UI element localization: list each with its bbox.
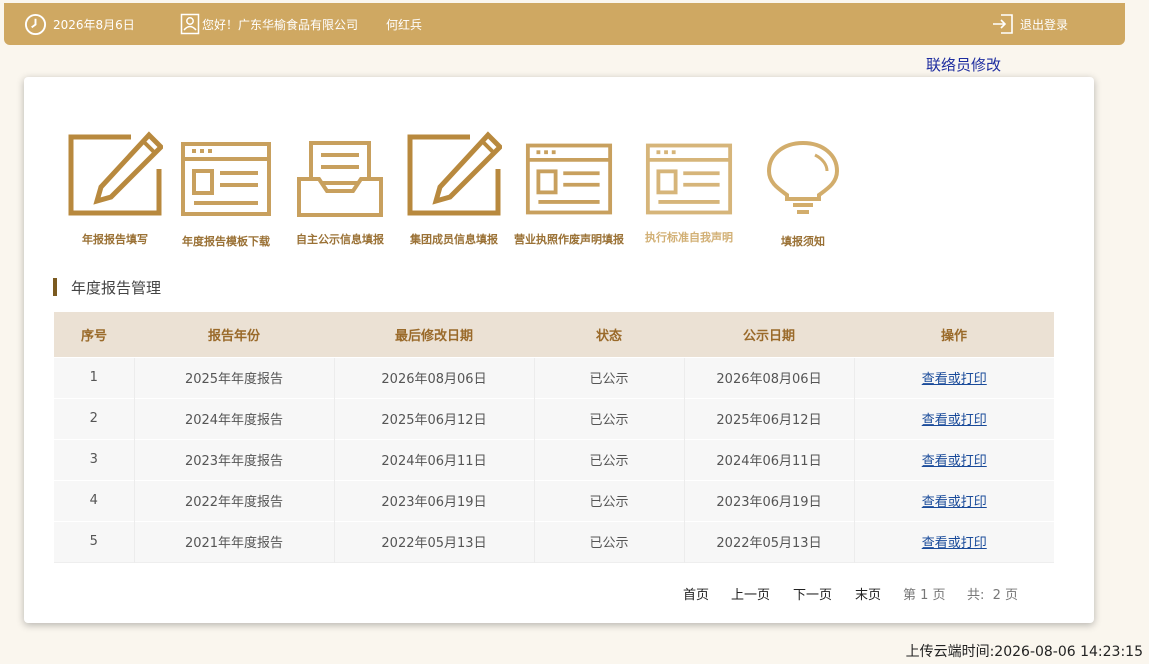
first-page-button[interactable]: 首页 (683, 584, 709, 603)
prev-page-button[interactable]: 上一页 (731, 584, 770, 603)
column-header: 报告年份 (134, 312, 334, 357)
cell-modified-date: 2025年06月12日 (333, 397, 534, 439)
logout-icon (993, 14, 1013, 34)
next-page-button[interactable]: 下一页 (793, 584, 832, 603)
cell-publicity-date: 2023年06月19日 (683, 479, 854, 521)
user-name-text: 何红兵 (386, 17, 423, 32)
cell-publicity-date: 2026年08月06日 (683, 356, 854, 398)
cell-modified-date: 2022年05月13日 (333, 520, 534, 562)
greeting-area: 您好！广东华榆食品有限公司 (180, 3, 358, 45)
annual-report-fill-button[interactable]: 年报报告填写 (57, 125, 173, 255)
upload-time: 上传云端时间:2026-08-06 14:23:15 (905, 644, 1143, 660)
last-page-button[interactable]: 末页 (855, 584, 881, 603)
form-document-icon (525, 143, 613, 215)
pencil-frame-icon (68, 131, 163, 216)
cell-report-year: 2023年年度报告 (133, 438, 334, 480)
cell-status: 已公示 (533, 397, 684, 439)
table-header-row: 序号 报告年份 最后修改日期 状态 公示日期 操作 (54, 312, 1054, 357)
greeting-text: 您好！广东华榆食品有限公司 (202, 17, 359, 32)
cell-report-year: 2021年年度报告 (133, 520, 334, 562)
section-title-text: 年度报告管理 (71, 278, 162, 297)
cell-index: 1 (54, 356, 134, 398)
cell-action: 查看或打印 (853, 520, 1054, 562)
lightbulb-icon (766, 140, 840, 214)
cell-index: 3 (54, 438, 134, 480)
icon-label: 填报须知 (781, 235, 825, 248)
cell-action: 查看或打印 (853, 356, 1054, 398)
clock-icon (24, 13, 47, 35)
cell-action: 查看或打印 (853, 479, 1054, 521)
column-header: 公示日期 (684, 312, 854, 357)
pencil-frame-icon (407, 131, 502, 216)
column-header: 最后修改日期 (334, 312, 534, 357)
current-date: 2026年8月6日 (53, 17, 135, 32)
group-member-fill-button[interactable]: 集团成员信息填报 (396, 125, 512, 255)
icon-label: 营业执照作废声明填报 (514, 233, 624, 246)
user-name: 何红兵 (386, 3, 422, 45)
table-row: 4 2022年年度报告 2023年06月19日 已公示 2023年06月19日 … (54, 479, 1054, 521)
cell-action: 查看或打印 (853, 397, 1054, 439)
main-card: 年报报告填写 年度报告模板下载 自主公示信息填报 集团成员信息填报 营业执照作废… (24, 77, 1094, 623)
cell-status: 已公示 (533, 520, 684, 562)
table-row: 5 2021年年度报告 2022年05月13日 已公示 2022年05月13日 … (54, 520, 1054, 562)
license-void-statement-button[interactable]: 营业执照作废声明填报 (511, 125, 627, 255)
table-row: 2 2024年年度报告 2025年06月12日 已公示 2025年06月12日 … (54, 397, 1054, 439)
cell-report-year: 2024年年度报告 (133, 397, 334, 439)
cell-status: 已公示 (533, 356, 684, 398)
cell-report-year: 2025年年度报告 (133, 356, 334, 398)
table-row: 1 2025年年度报告 2026年08月06日 已公示 2026年08月06日 … (54, 356, 1054, 398)
column-header: 状态 (534, 312, 684, 357)
title-accent-bar (53, 278, 57, 296)
user-badge-icon (180, 13, 200, 35)
fill-instructions-button[interactable]: 填报须知 (745, 125, 861, 255)
total-pages-info: 共: 2 页 (967, 588, 1019, 603)
column-header: 序号 (54, 312, 134, 357)
cell-index: 5 (54, 520, 134, 562)
logout-label: 退出登录 (1020, 17, 1069, 32)
table-row: 3 2023年年度报告 2024年06月11日 已公示 2024年06月11日 … (54, 438, 1054, 480)
cell-report-year: 2022年年度报告 (133, 479, 334, 521)
date-display: 2026年8月6日 (24, 3, 135, 45)
cell-publicity-date: 2022年05月13日 (683, 520, 854, 562)
cell-publicity-date: 2024年06月11日 (683, 438, 854, 480)
cell-status: 已公示 (533, 438, 684, 480)
form-document-icon (645, 143, 733, 215)
cell-index: 2 (54, 397, 134, 439)
view-print-link[interactable]: 查看或打印 (922, 454, 987, 469)
view-print-link[interactable]: 查看或打印 (922, 413, 987, 428)
inbox-tray-icon (297, 141, 383, 217)
cell-modified-date: 2024年06月11日 (333, 438, 534, 480)
view-print-link[interactable]: 查看或打印 (922, 495, 987, 510)
cell-status: 已公示 (533, 479, 684, 521)
current-page-info: 第 1 页 (903, 588, 946, 603)
column-header: 操作 (854, 312, 1054, 357)
contact-modify-link[interactable]: 联络员修改 (926, 54, 1001, 75)
cell-index: 4 (54, 479, 134, 521)
cell-publicity-date: 2025年06月12日 (683, 397, 854, 439)
cell-action: 查看或打印 (853, 438, 1054, 480)
form-document-icon (181, 142, 271, 216)
top-bar: 2026年8月6日 您好！广东华榆食品有限公司 何红兵 退出登录 (4, 3, 1125, 45)
annual-report-table: 序号 报告年份 最后修改日期 状态 公示日期 操作 1 2025年年度报告 20… (54, 312, 1054, 563)
section-title: 年度报告管理 (53, 277, 161, 297)
report-template-download-button[interactable]: 年度报告模板下载 (168, 125, 284, 255)
standard-self-statement-button[interactable]: 执行标准自我声明 (631, 125, 747, 255)
logout-button[interactable]: 退出登录 (992, 3, 1068, 45)
cell-modified-date: 2023年06月19日 (333, 479, 534, 521)
cell-modified-date: 2026年08月06日 (333, 356, 534, 398)
self-publicity-fill-button[interactable]: 自主公示信息填报 (282, 125, 398, 255)
view-print-link[interactable]: 查看或打印 (922, 536, 987, 551)
view-print-link[interactable]: 查看或打印 (922, 372, 987, 387)
